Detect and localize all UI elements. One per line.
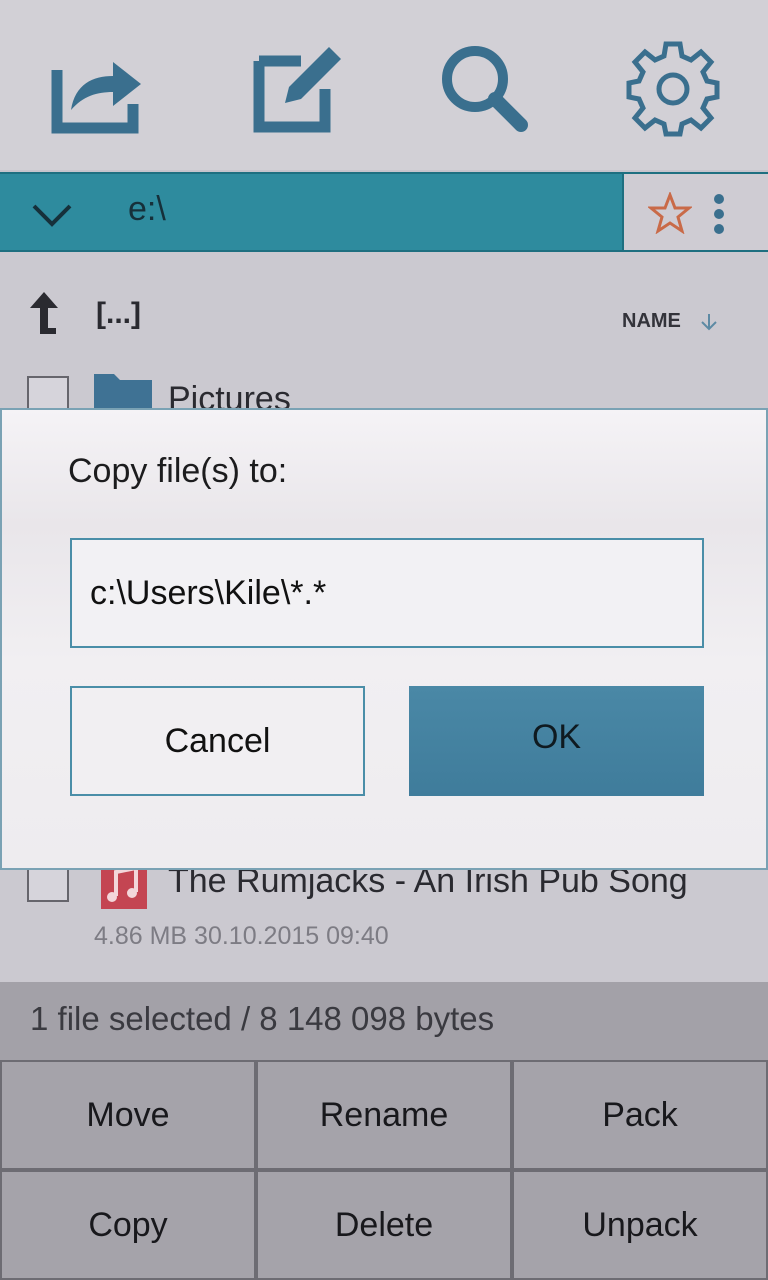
- destination-input[interactable]: [70, 538, 704, 648]
- ok-button[interactable]: OK: [409, 686, 704, 796]
- edit-icon[interactable]: [242, 34, 352, 144]
- folder-icon: [94, 374, 152, 410]
- up-arrow-icon[interactable]: [26, 290, 62, 336]
- move-button[interactable]: Move: [0, 1060, 256, 1170]
- more-options-icon[interactable]: [712, 194, 726, 234]
- path-bar: e:\: [0, 172, 768, 252]
- sort-label: NAME: [622, 310, 681, 332]
- selection-status-text: 1 file selected / 8 148 098 bytes: [30, 1000, 495, 1037]
- unpack-button[interactable]: Unpack: [512, 1170, 768, 1280]
- action-grid: Move Rename Pack Copy Delete Unpack: [0, 1060, 768, 1280]
- top-toolbar: [0, 0, 768, 170]
- path-actions: [622, 174, 768, 250]
- star-icon[interactable]: [648, 192, 692, 234]
- dialog-title: Copy file(s) to:: [68, 452, 288, 490]
- search-icon[interactable]: [430, 34, 540, 144]
- share-icon[interactable]: [42, 34, 152, 144]
- selection-status: 1 file selected / 8 148 098 bytes: [0, 982, 768, 1060]
- gear-icon[interactable]: [618, 34, 728, 144]
- current-path[interactable]: e:\: [128, 190, 166, 229]
- cancel-button[interactable]: Cancel: [70, 686, 365, 796]
- delete-button[interactable]: Delete: [256, 1170, 512, 1280]
- pack-button[interactable]: Pack: [512, 1060, 768, 1170]
- copy-dialog: Copy file(s) to: Cancel OK: [0, 408, 768, 870]
- rename-button[interactable]: Rename: [256, 1060, 512, 1170]
- parent-folder-label[interactable]: [...]: [96, 297, 141, 331]
- list-item-meta: 4.86 MB 30.10.2015 09:40: [94, 922, 389, 950]
- arrow-down-icon: [701, 313, 717, 330]
- copy-button[interactable]: Copy: [0, 1170, 256, 1280]
- sort-control[interactable]: NAME: [622, 310, 719, 333]
- chevron-down-icon[interactable]: [30, 200, 74, 228]
